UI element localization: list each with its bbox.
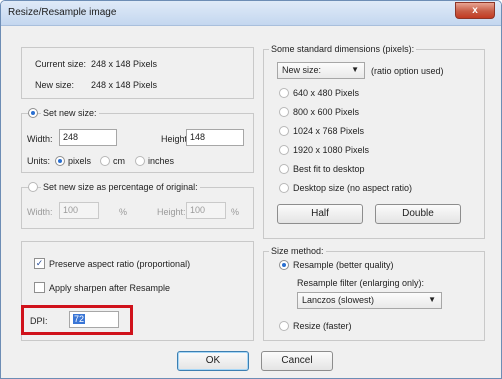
pct-width-unit: % xyxy=(119,207,128,217)
half-button[interactable]: Half xyxy=(277,204,363,224)
dim-option-label: 1920 x 1080 Pixels xyxy=(293,145,370,155)
dim-option-label: Best fit to desktop xyxy=(293,164,365,174)
height-input[interactable]: 148 xyxy=(186,129,244,146)
dim-option-radio[interactable] xyxy=(279,126,289,136)
pct-width-input[interactable]: 100 xyxy=(59,202,99,219)
pct-height-unit: % xyxy=(231,207,240,217)
unit-cm-radio[interactable] xyxy=(100,156,110,166)
title-bar: Resize/Resample image x xyxy=(1,1,501,26)
resample-filter-dropdown[interactable]: Lanczos (slowest) ▼ xyxy=(297,292,442,309)
resample-filter-value: Lanczos (slowest) xyxy=(302,295,375,305)
ok-button[interactable]: OK xyxy=(177,351,249,371)
dim-option-radio[interactable] xyxy=(279,183,289,193)
dim-option-radio[interactable] xyxy=(279,88,289,98)
standard-dimensions-label: Some standard dimensions (pixels): xyxy=(269,44,417,54)
double-button[interactable]: Double xyxy=(375,204,461,224)
new-size-value: 248 x 148 Pixels xyxy=(91,80,158,90)
unit-inches-label: inches xyxy=(148,156,175,166)
size-info-group xyxy=(21,47,254,99)
dim-option-radio[interactable] xyxy=(279,164,289,174)
cancel-button[interactable]: Cancel xyxy=(261,351,333,371)
new-size-dropdown[interactable]: New size: ▼ xyxy=(277,62,365,79)
set-new-size-label: Set new size: xyxy=(41,108,99,118)
percentage-radio[interactable] xyxy=(28,182,38,192)
unit-pixels-label: pixels xyxy=(68,156,92,166)
dim-option-radio[interactable] xyxy=(279,145,289,155)
dpi-highlight-box xyxy=(21,305,133,335)
set-new-size-radio[interactable] xyxy=(28,108,38,118)
dim-option-radio[interactable] xyxy=(279,107,289,117)
dim-option-label: 800 x 600 Pixels xyxy=(293,107,360,117)
pct-height-input[interactable]: 100 xyxy=(186,202,226,219)
resize-dialog: Resize/Resample image x Current size: 24… xyxy=(0,0,502,379)
close-button[interactable]: x xyxy=(455,2,495,19)
pct-height-label: Height: xyxy=(157,207,186,217)
preserve-aspect-label: Preserve aspect ratio (proportional) xyxy=(49,259,191,269)
unit-cm-label: cm xyxy=(113,156,125,166)
apply-sharpen-label: Apply sharpen after Resample xyxy=(49,283,171,293)
width-label: Width: xyxy=(27,134,53,144)
chevron-down-icon: ▼ xyxy=(428,295,436,304)
chevron-down-icon: ▼ xyxy=(351,65,359,74)
percentage-label: Set new size as percentage of original: xyxy=(41,182,200,192)
dim-option-label: 1024 x 768 Pixels xyxy=(293,126,365,136)
preserve-aspect-checkbox[interactable]: ✓ xyxy=(34,258,45,269)
dialog-title: Resize/Resample image xyxy=(8,7,117,18)
apply-sharpen-checkbox[interactable] xyxy=(34,282,45,293)
dim-option-label: Desktop size (no aspect ratio) xyxy=(293,183,413,193)
units-label: Units: xyxy=(27,156,51,166)
new-size-dropdown-value: New size: xyxy=(282,65,322,75)
current-size-label: Current size: xyxy=(35,59,87,69)
size-method-label: Size method: xyxy=(269,246,326,256)
pct-width-label: Width: xyxy=(27,207,53,217)
new-size-label: New size: xyxy=(35,80,75,90)
resample-filter-label: Resample filter (enlarging only): xyxy=(297,278,425,288)
resize-faster-radio[interactable] xyxy=(279,321,289,331)
unit-inches-radio[interactable] xyxy=(135,156,145,166)
unit-pixels-radio[interactable] xyxy=(55,156,65,166)
ratio-option-note: (ratio option used) xyxy=(371,66,444,76)
resample-radio[interactable] xyxy=(279,260,289,270)
current-size-value: 248 x 148 Pixels xyxy=(91,59,158,69)
dim-option-label: 640 x 480 Pixels xyxy=(293,88,360,98)
resize-faster-label: Resize (faster) xyxy=(293,321,352,331)
resample-label: Resample (better quality) xyxy=(293,260,394,270)
width-input[interactable]: 248 xyxy=(59,129,117,146)
